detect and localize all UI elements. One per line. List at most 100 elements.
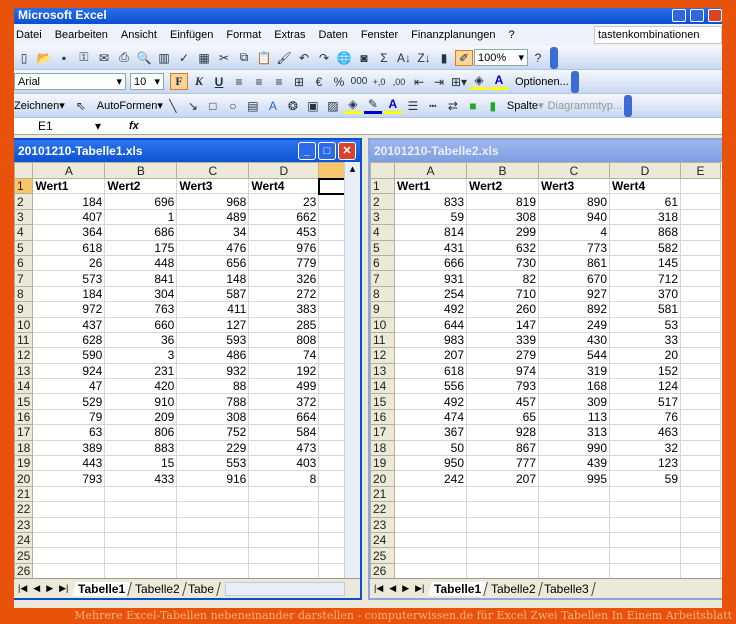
cell[interactable]: 582 xyxy=(609,239,681,256)
cell[interactable] xyxy=(176,562,250,580)
dash-style-icon[interactable]: ┅ xyxy=(424,99,442,113)
spelling-icon[interactable]: ✓ xyxy=(175,51,193,65)
minimize-button[interactable]: _ xyxy=(298,142,316,160)
row-header[interactable]: 13 xyxy=(14,362,34,380)
cell[interactable] xyxy=(318,254,348,272)
cell[interactable] xyxy=(538,562,610,580)
cell[interactable]: 79 xyxy=(32,408,106,426)
cell[interactable]: 618 xyxy=(394,362,467,380)
cell[interactable] xyxy=(466,501,539,518)
print-icon[interactable]: ⎙ xyxy=(115,50,133,65)
menu-item-6[interactable]: Daten xyxy=(318,29,347,41)
cell[interactable]: 710 xyxy=(466,285,539,303)
menu-item-1[interactable]: Bearbeiten xyxy=(55,29,108,41)
row-header[interactable]: 17 xyxy=(14,424,34,441)
cell[interactable] xyxy=(32,547,106,564)
hyperlink-icon[interactable]: 🌐 xyxy=(335,51,353,65)
cell[interactable] xyxy=(466,485,539,503)
cell[interactable] xyxy=(176,516,250,533)
cell[interactable]: 36 xyxy=(104,331,178,349)
rectangle-icon[interactable]: □ xyxy=(204,99,222,113)
row-header[interactable]: 9 xyxy=(370,301,395,318)
row-header[interactable]: 18 xyxy=(370,439,395,457)
cell[interactable] xyxy=(680,516,721,533)
cell[interactable]: 59 xyxy=(394,208,467,226)
column-header[interactable]: A xyxy=(32,162,106,179)
cell[interactable]: 430 xyxy=(538,331,610,349)
cell[interactable]: Wert2 xyxy=(104,177,178,195)
cell[interactable]: 113 xyxy=(538,408,610,426)
row-header[interactable]: 17 xyxy=(370,424,395,441)
cell[interactable]: 995 xyxy=(538,470,610,487)
cell[interactable] xyxy=(32,501,106,518)
cell[interactable] xyxy=(680,501,721,518)
window-title-bar[interactable]: 20101210-Tabelle2.xls xyxy=(370,140,722,162)
cell[interactable] xyxy=(318,516,348,533)
cell[interactable]: 927 xyxy=(538,285,610,303)
chart-column-button[interactable]: Spalte xyxy=(507,100,538,112)
cell[interactable]: 763 xyxy=(104,301,178,318)
cell[interactable]: 175 xyxy=(104,239,178,256)
chart-type-button[interactable]: Diagrammtyp... xyxy=(548,100,623,112)
cell[interactable]: 389 xyxy=(32,439,106,457)
cell[interactable]: 486 xyxy=(176,347,250,364)
cell[interactable]: 983 xyxy=(394,331,467,349)
tab-nav-last-icon[interactable]: ▶| xyxy=(415,583,424,594)
save-icon[interactable]: ▪ xyxy=(55,51,73,65)
row-header[interactable]: 19 xyxy=(14,455,34,472)
cell[interactable]: 3 xyxy=(104,347,178,364)
cell[interactable]: 439 xyxy=(538,455,610,472)
cell[interactable] xyxy=(394,516,467,533)
thousands-button[interactable]: 000 xyxy=(350,76,368,87)
row-header[interactable]: 6 xyxy=(14,254,34,272)
cell[interactable]: 712 xyxy=(609,270,681,287)
row-header[interactable]: 23 xyxy=(14,516,34,533)
cell[interactable]: 420 xyxy=(104,378,178,395)
cell[interactable]: 242 xyxy=(394,470,467,487)
row-header[interactable]: 15 xyxy=(370,393,395,410)
cell[interactable] xyxy=(680,270,721,287)
cell[interactable] xyxy=(318,470,348,487)
cell[interactable]: 145 xyxy=(609,254,681,272)
paste-icon[interactable]: 📋 xyxy=(255,51,273,65)
format-painter-icon[interactable]: 🖌 xyxy=(275,51,293,65)
cell[interactable]: 207 xyxy=(466,470,539,487)
cell[interactable]: 53 xyxy=(609,316,681,333)
row-header[interactable]: 22 xyxy=(370,501,395,518)
cell[interactable]: 319 xyxy=(538,362,610,380)
row-header[interactable]: 20 xyxy=(14,470,34,487)
cell[interactable]: 916 xyxy=(176,470,250,487)
row-header[interactable]: 11 xyxy=(370,331,395,349)
cell[interactable] xyxy=(318,270,348,287)
cell[interactable]: 788 xyxy=(176,393,250,410)
cell[interactable] xyxy=(680,455,721,472)
cell[interactable]: 443 xyxy=(32,455,106,472)
tab-nav-prev-icon[interactable]: ◀ xyxy=(389,583,396,594)
horizontal-scrollbar[interactable] xyxy=(225,581,346,596)
cell[interactable]: 437 xyxy=(32,316,106,333)
tab-nav-first-icon[interactable]: |◀ xyxy=(374,583,383,594)
cell[interactable] xyxy=(680,531,721,549)
row-header[interactable]: 16 xyxy=(370,408,395,426)
cell[interactable]: 82 xyxy=(466,270,539,287)
cell[interactable]: 463 xyxy=(609,424,681,441)
cell[interactable] xyxy=(538,531,610,549)
row-header[interactable]: 12 xyxy=(370,347,395,364)
row-header[interactable]: 24 xyxy=(370,531,395,549)
wordart-icon[interactable]: A xyxy=(264,99,282,113)
select-all-corner[interactable] xyxy=(370,162,395,179)
cell[interactable] xyxy=(318,301,348,318)
cell[interactable] xyxy=(680,485,721,503)
align-left-icon[interactable]: ≡ xyxy=(230,75,248,89)
column-header[interactable]: E xyxy=(680,162,721,179)
cell[interactable]: 779 xyxy=(248,254,320,272)
cell[interactable]: 192 xyxy=(248,362,320,380)
column-header[interactable]: B xyxy=(104,162,178,179)
cell[interactable]: 666 xyxy=(394,254,467,272)
cell[interactable]: 644 xyxy=(394,316,467,333)
row-header[interactable]: 3 xyxy=(14,208,34,226)
scroll-up-icon[interactable]: ▴ xyxy=(345,162,360,175)
row-header[interactable]: 16 xyxy=(14,408,34,426)
cell[interactable]: 33 xyxy=(609,331,681,349)
cell[interactable] xyxy=(680,208,721,226)
